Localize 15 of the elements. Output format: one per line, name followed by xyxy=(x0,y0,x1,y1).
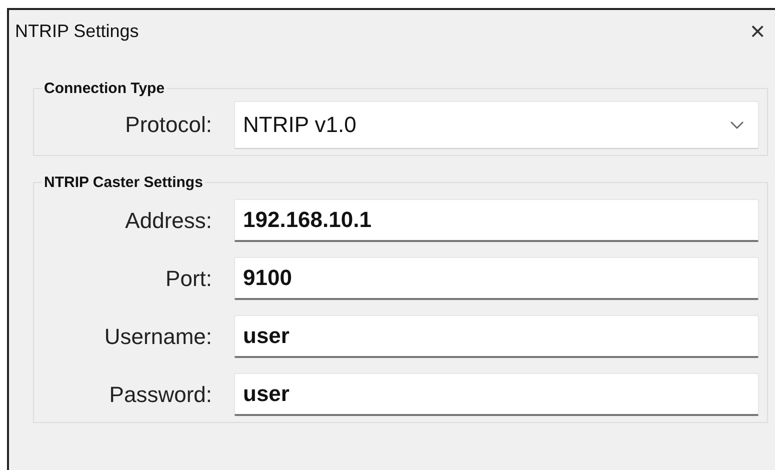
group-title: NTRIP Caster Settings xyxy=(43,174,204,191)
text-field[interactable]: 192.168.10.1 xyxy=(234,199,759,242)
field-label: Address: xyxy=(124,208,212,234)
window-title: NTRIP Settings xyxy=(15,20,139,42)
field-label: Password: xyxy=(108,382,212,408)
protocol-label: Protocol: xyxy=(124,112,212,138)
field-label: Username: xyxy=(103,324,212,350)
text-field[interactable]: 9100 xyxy=(234,257,759,300)
close-button[interactable]: × xyxy=(750,18,772,44)
text-field[interactable]: user xyxy=(234,373,759,416)
group-title: Connection Type xyxy=(43,80,166,97)
protocol-dropdown[interactable]: NTRIP v1.0 xyxy=(234,101,759,149)
field-label: Port: xyxy=(164,266,212,292)
text-field[interactable]: user xyxy=(234,315,759,358)
chevron-down-icon xyxy=(730,120,744,130)
